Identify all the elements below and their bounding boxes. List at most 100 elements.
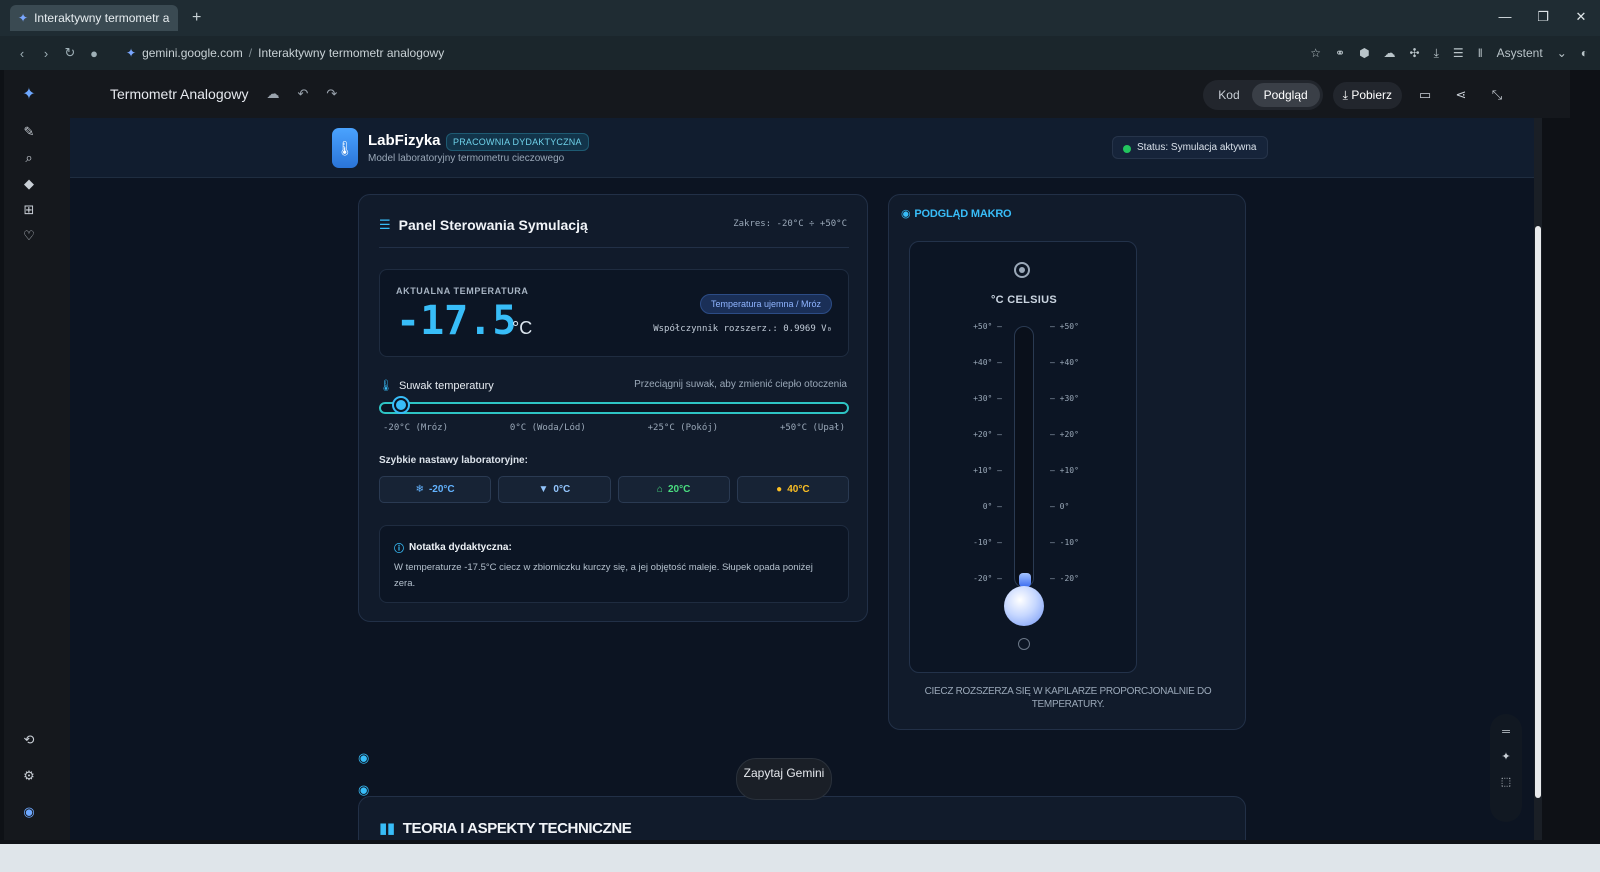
scrollbar-thumb[interactable] [1535, 226, 1541, 798]
scale-tick-left: +40° — [973, 358, 1002, 367]
presets-row: ❄ -20°C ▼ 0°C ⌂ 20°C ● 40°C [379, 476, 849, 503]
avatar[interactable]: ◉ [4, 804, 54, 820]
select-area-icon[interactable]: ⬚ [1490, 775, 1522, 788]
snowflake-icon: ❄ [415, 484, 424, 495]
gemini-logo-icon[interactable]: ✦ [4, 84, 54, 104]
temp-value: -17.5 [396, 298, 517, 344]
thermometer-cap [1014, 262, 1030, 278]
preset-label: 40°C [787, 484, 810, 495]
site-icon: ✦ [126, 46, 137, 60]
address-bar: ‹ › ↻ ● ✦ gemini.google.com / Interaktyw… [0, 36, 1600, 70]
restore-icon[interactable]: ❐ [1524, 0, 1562, 36]
note-title: ⓘ Notatka dydaktyczna: [394, 540, 512, 555]
scale-tick-right: — +50° [1050, 322, 1079, 331]
eye-icon[interactable]: ◉ [358, 750, 369, 766]
new-chat-icon[interactable]: ✎ [4, 124, 54, 140]
cloud-save-icon[interactable]: ☁ [267, 86, 280, 102]
search-icon[interactable]: ⌕ [4, 150, 54, 166]
scale-tick-right: — +10° [1050, 466, 1079, 475]
back-icon[interactable]: ‹ [10, 46, 34, 61]
assistant-label: Asystent [1496, 46, 1543, 60]
scale-tick-left: +20° — [973, 430, 1002, 439]
control-panel: ☰ Panel Sterowania Symulacją Zakres: -20… [358, 194, 868, 622]
slider-ticks: -20°C (Mróz) 0°C (Woda/Lód) +25°C (Pokój… [383, 423, 845, 433]
preset-40-button[interactable]: ● 40°C [736, 476, 849, 503]
macro-title-text: PODGLĄD MAKRO [914, 207, 1012, 220]
browser-tab[interactable]: ✦ Interaktywny termometr a [10, 5, 178, 31]
sun-icon: ● [776, 484, 783, 495]
didactic-note: ⓘ Notatka dydaktyczna: W temperaturze -1… [379, 525, 849, 603]
history-icon[interactable]: ⟲ [4, 732, 54, 748]
reload-icon[interactable]: ↻ [58, 45, 82, 61]
redo-icon[interactable]: ↷ [326, 86, 337, 102]
macro-caption: CIECZ ROZSZERZA SIĘ W KAPILARZE PROPORCJ… [924, 686, 1212, 710]
slider-label-text: Suwak temperatury [398, 379, 494, 392]
url-field[interactable]: ✦ gemini.google.com / Interaktywny termo… [126, 46, 444, 60]
view-preview-button[interactable]: Podgląd [1251, 83, 1320, 107]
brand-subtitle: Model laboratoryjny termometru cieczoweg… [368, 153, 565, 164]
settings-gear-icon[interactable]: ⚙ [4, 768, 54, 784]
scrollbar[interactable] [1534, 118, 1542, 840]
scale-tick-right: — +30° [1050, 394, 1079, 403]
learning-icon[interactable]: ◆ [4, 176, 54, 192]
preset-0-button[interactable]: ▼ 0°C [498, 476, 611, 503]
menu-lines-icon[interactable]: ☰ [1453, 46, 1464, 60]
scale-tick-right: — +40° [1050, 358, 1079, 367]
link-icon[interactable]: ⚭ [1335, 46, 1345, 60]
download-icon[interactable]: ⤓ [1434, 46, 1439, 61]
gemini-favicon-icon: ✦ [18, 11, 29, 25]
chevron-down-icon[interactable]: ⌄ [1557, 46, 1567, 60]
canvas-actions: ☁ ↶ ↷ [267, 86, 338, 102]
apps-grid-icon[interactable]: ⊞ [4, 202, 54, 218]
forward-icon[interactable]: › [34, 46, 58, 61]
preset-20-button[interactable]: ⌂ 20°C [617, 476, 730, 503]
tick-label: +25°C (Pokój) [647, 423, 719, 433]
mic-icon[interactable]: ● [82, 46, 106, 61]
url-separator: / [248, 46, 253, 60]
puzzle-icon[interactable]: ✣ [1410, 46, 1420, 60]
drag-handle-icon[interactable]: ═ [1490, 726, 1522, 738]
url-path: Interaktywny termometr analogowy [258, 46, 445, 60]
audio-icon[interactable]: ‖ [1478, 46, 1483, 60]
scale-tick-right: — +20° [1050, 430, 1079, 439]
temperature-slider[interactable] [379, 402, 849, 414]
tab-title: Interaktywny termometr a [34, 11, 170, 25]
sparkle-edit-icon[interactable]: ✦ [1490, 750, 1522, 763]
star-icon[interactable]: ☆ [1310, 46, 1321, 60]
scale-tick-left: +50° — [973, 322, 1002, 331]
close-icon[interactable]: ✕ [1562, 0, 1600, 36]
undo-icon[interactable]: ↶ [298, 86, 309, 102]
ask-gemini-button[interactable]: Zapytaj Gemini [736, 758, 832, 800]
bulb-base [1018, 638, 1030, 650]
temperature-readout: AKTUALNA TEMPERATURA -17.5 °C Temperatur… [379, 269, 849, 357]
macro-title: ◉ PODGLĄD MAKRO [901, 207, 1012, 221]
tick-label: +50°C (Upał) [779, 423, 845, 433]
console-icon[interactable]: ▭ [1412, 87, 1438, 103]
download-button[interactable]: ⤓ Pobierz [1332, 81, 1402, 109]
extension-icon[interactable]: ⬢ [1359, 46, 1369, 60]
scale-tick-right: — 0° [1050, 502, 1070, 511]
tick-label: -20°C (Mróz) [383, 423, 449, 433]
assistant-button[interactable]: Asystent [1497, 46, 1543, 60]
preset-minus20-button[interactable]: ❄ -20°C [379, 476, 492, 503]
collapse-icon[interactable]: ⤡ [1484, 87, 1510, 103]
scale-tick-left: -20° — [973, 574, 1002, 583]
tick-label: 0°C (Woda/Lód) [509, 423, 586, 433]
preset-label: 0°C [553, 484, 571, 495]
theory-title-text: TEORIA I ASPEKTY TECHNICZNE [402, 819, 632, 837]
profile-icon[interactable]: ◐ [1581, 46, 1588, 60]
expansion-coef: Współczynnik rozszerz.: 0.9969 V₀ [653, 324, 832, 334]
brand-pill: PRACOWNIA DYDAKTYCZNA [446, 133, 589, 151]
eye-icon: ◉ [901, 208, 911, 220]
new-tab-icon[interactable]: + [192, 9, 201, 27]
minimize-icon[interactable]: — [1486, 0, 1524, 36]
thermometer-icon: 🌡 [379, 380, 393, 392]
os-taskbar [0, 844, 1600, 872]
share-icon[interactable]: ⋖ [1448, 87, 1474, 103]
gem-icon[interactable]: ♡ [4, 228, 54, 244]
cloud-icon[interactable]: ☁ [1384, 46, 1396, 60]
view-code-button[interactable]: Kod [1206, 83, 1251, 107]
panel-title: ☰ Panel Sterowania Symulacją [379, 217, 588, 233]
ice-icon: ▼ [538, 484, 549, 495]
canvas-toolbar: Kod Podgląd ⤓ Pobierz ▭ ⋖ ⤡ [1203, 80, 1510, 110]
